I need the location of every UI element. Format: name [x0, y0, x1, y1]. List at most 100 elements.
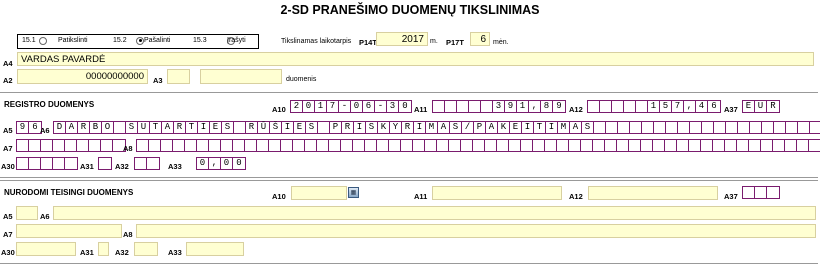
grid-cell[interactable] [413, 140, 425, 151]
grid-cell[interactable]: 3 [493, 101, 505, 112]
grid-cell[interactable]: E [294, 122, 306, 133]
grid-cell[interactable] [425, 140, 437, 151]
grid-cell[interactable] [654, 122, 666, 133]
grid-cell[interactable] [437, 140, 449, 151]
grid-cell[interactable] [641, 140, 653, 151]
grid-cell[interactable] [761, 140, 773, 151]
grid-cell[interactable]: 5 [660, 101, 672, 112]
grid-cell[interactable] [29, 140, 41, 151]
grid-cell[interactable]: T [186, 122, 198, 133]
grid-cell[interactable]: 0 [303, 101, 315, 112]
grid-cell[interactable]: A [570, 122, 582, 133]
cor-a8-field[interactable] [136, 224, 816, 238]
grid-cell[interactable]: 3 [387, 101, 399, 112]
grid-cell[interactable] [701, 140, 713, 151]
grid-cell[interactable] [636, 101, 648, 112]
grid-cell[interactable] [65, 158, 77, 169]
grid-cell[interactable]: K [498, 122, 510, 133]
grid-cell[interactable]: I [198, 122, 210, 133]
grid-cell[interactable] [353, 140, 365, 151]
grid-cell[interactable] [318, 122, 330, 133]
grid-cell[interactable] [221, 140, 233, 151]
grid-cell[interactable] [114, 122, 126, 133]
grid-cell[interactable] [738, 122, 750, 133]
cor-a5-field[interactable] [16, 206, 38, 220]
grid-cell[interactable]: 6 [363, 101, 375, 112]
grid-cell[interactable] [690, 122, 702, 133]
grid-cell[interactable]: - [375, 101, 387, 112]
grid-cell[interactable] [594, 122, 606, 133]
grid-cell[interactable] [642, 122, 654, 133]
grid-cell[interactable] [653, 140, 665, 151]
grid-cell[interactable]: I [546, 122, 558, 133]
grid-cell[interactable]: 0 [233, 158, 245, 169]
grid-cell[interactable] [497, 140, 509, 151]
grid-cell[interactable]: P [474, 122, 486, 133]
grid-cell[interactable] [785, 140, 797, 151]
grid-cell[interactable]: 9 [553, 101, 565, 112]
grid-cell[interactable] [445, 101, 457, 112]
grid-cell[interactable] [713, 140, 725, 151]
person-code-field[interactable]: 00000000000 [17, 69, 148, 84]
grid-cell[interactable] [767, 187, 779, 198]
grid-cell[interactable]: M [426, 122, 438, 133]
grid-cell[interactable] [569, 140, 581, 151]
grid-cell[interactable] [17, 158, 29, 169]
grid-cell[interactable]: Ū [258, 122, 270, 133]
grid-cell[interactable] [365, 140, 377, 151]
grid-cell[interactable] [797, 140, 809, 151]
grid-cell[interactable] [305, 140, 317, 151]
grid-cell[interactable]: , [529, 101, 541, 112]
grid-cell[interactable]: 9 [17, 122, 29, 133]
grid-cell[interactable] [257, 140, 269, 151]
grid-cell[interactable] [461, 140, 473, 151]
grid-cell[interactable] [605, 140, 617, 151]
grid-cell[interactable] [173, 140, 185, 151]
grid-cell[interactable] [702, 122, 714, 133]
grid-cell[interactable] [149, 140, 161, 151]
grid-cell[interactable] [293, 140, 305, 151]
grid-cell[interactable] [433, 101, 445, 112]
grid-cell[interactable]: I [522, 122, 534, 133]
grid-cell[interactable]: A [438, 122, 450, 133]
cor-a31-field[interactable] [98, 242, 109, 256]
grid-cell[interactable]: S [306, 122, 318, 133]
grid-cell[interactable]: , [684, 101, 696, 112]
grid-cell[interactable] [457, 101, 469, 112]
grid-cell[interactable]: / [462, 122, 474, 133]
grid-cell[interactable] [341, 140, 353, 151]
grid-cell[interactable]: 1 [648, 101, 660, 112]
grid-cell[interactable]: R [402, 122, 414, 133]
cor-a6-field[interactable] [53, 206, 816, 220]
grid-cell[interactable]: E [743, 101, 755, 112]
grid-cell[interactable]: R [174, 122, 186, 133]
grid-cell[interactable] [810, 122, 820, 133]
grid-cell[interactable]: 0 [221, 158, 233, 169]
grid-cell[interactable]: 2 [291, 101, 303, 112]
grid-cell[interactable] [677, 140, 689, 151]
grid-cell[interactable] [473, 140, 485, 151]
grid-cell[interactable] [449, 140, 461, 151]
grid-cell[interactable] [618, 122, 630, 133]
grid-cell[interactable] [377, 140, 389, 151]
year-field[interactable]: 2017 [376, 32, 428, 46]
grid-cell[interactable] [53, 158, 65, 169]
grid-cell[interactable]: R [342, 122, 354, 133]
grid-cell[interactable] [786, 122, 798, 133]
grid-cell[interactable] [185, 140, 197, 151]
grid-cell[interactable] [209, 140, 221, 151]
grid-cell[interactable] [629, 140, 641, 151]
grid-cell[interactable] [606, 122, 618, 133]
month-field[interactable]: 6 [470, 32, 490, 46]
grid-cell[interactable] [743, 187, 755, 198]
grid-cell[interactable] [581, 140, 593, 151]
grid-cell[interactable] [137, 140, 149, 151]
grid-cell[interactable] [197, 140, 209, 151]
grid-cell[interactable] [773, 140, 785, 151]
grid-cell[interactable] [245, 140, 257, 151]
grid-cell[interactable]: S [222, 122, 234, 133]
grid-cell[interactable] [545, 140, 557, 151]
grid-cell[interactable] [469, 101, 481, 112]
grid-cell[interactable] [147, 158, 159, 169]
grid-cell[interactable]: I [354, 122, 366, 133]
